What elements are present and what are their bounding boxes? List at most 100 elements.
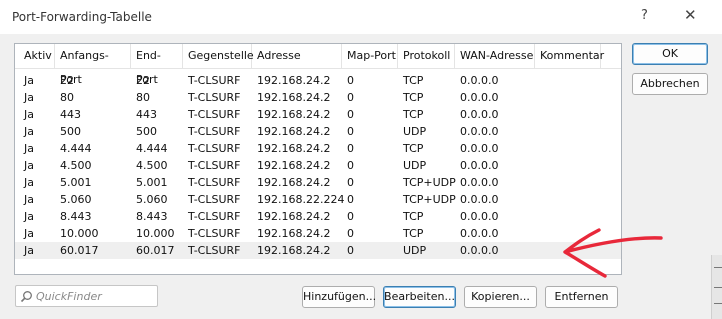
column-header[interactable]: End-Port	[131, 44, 183, 86]
table-cell: 0	[347, 176, 354, 189]
table-cell: Ja	[24, 91, 34, 104]
table-cell: 0	[347, 142, 354, 155]
table-cell: 192.168.24.2	[257, 210, 331, 223]
search-icon	[20, 291, 32, 303]
table-row-selected[interactable]: Ja 60.017 60.017 T-CLSURF 192.168.24.2 0 UDP 0.…	[15, 242, 621, 259]
table-cell: UDP	[403, 125, 427, 138]
table-cell: T-CLSURF	[188, 210, 241, 223]
table-cell: 0.0.0.0	[460, 176, 499, 189]
table-cell: 4.444	[60, 142, 92, 155]
table-cell: Ja	[24, 244, 34, 257]
add-button[interactable]: Hinzufügen...	[302, 286, 376, 308]
port-forwarding-table[interactable]: Aktiv Anfangs-Port End-Port Gegenstelle Adre…	[14, 43, 622, 275]
table-cell: T-CLSURF	[188, 193, 241, 206]
table-cell: T-CLSURF	[188, 142, 241, 155]
table-row[interactable]: Ja 8.443 8.443 T-CLSURF 192.168.24.2 0 TCP 0.0.…	[15, 208, 621, 225]
table-cell: 192.168.24.2	[257, 227, 331, 240]
window-title: Port-Forwarding-Tabelle	[12, 10, 152, 24]
column-header[interactable]: Anfangs-Port	[55, 44, 131, 86]
table-cell: 0	[347, 210, 354, 223]
column-header[interactable]: Map-Port	[342, 44, 398, 68]
remove-button[interactable]: Entfernen	[545, 286, 618, 308]
copy-button[interactable]: Kopieren...	[464, 286, 537, 308]
table-cell: 0	[347, 91, 354, 104]
table-cell: 80	[136, 91, 150, 104]
table-row[interactable]: Ja 5.060 5.060 T-CLSURF 192.168.22.224 0 TCP+U…	[15, 191, 621, 208]
table-cell: T-CLSURF	[188, 108, 241, 121]
table-row[interactable]: Ja 10.000 10.000 T-CLSURF 192.168.24.2 0 TCP 0.…	[15, 225, 621, 242]
table-cell: 0.0.0.0	[460, 210, 499, 223]
table-cell: 443	[136, 108, 157, 121]
table-cell: 0	[347, 108, 354, 121]
quickfinder-field[interactable]	[15, 285, 158, 307]
table-cell: 10.000	[60, 227, 99, 240]
table-cell: Ja	[24, 142, 34, 155]
table-cell: 0.0.0.0	[460, 108, 499, 121]
table-cell: 192.168.24.2	[257, 125, 331, 138]
table-cell: 0	[347, 74, 354, 87]
table-cell: 0.0.0.0	[460, 91, 499, 104]
table-cell	[535, 191, 601, 208]
table-cell: 22	[136, 74, 150, 87]
table-cell: 80	[60, 91, 74, 104]
table-cell: 0	[347, 244, 354, 257]
table-cell: 0	[347, 193, 354, 206]
column-header[interactable]: Adresse	[252, 44, 342, 68]
table-cell: 4.500	[60, 159, 92, 172]
table-row[interactable]: Ja 22 22 T-CLSURF 192.168.24.2 0 TCP 0.0.0.0	[15, 72, 621, 89]
table-cell: 8.443	[60, 210, 92, 223]
table-cell: 8.443	[136, 210, 168, 223]
ok-button[interactable]: OK	[632, 43, 708, 65]
table-cell: TCP+UDP	[403, 193, 456, 206]
table-cell: 192.168.24.2	[257, 142, 331, 155]
table-cell: T-CLSURF	[188, 159, 241, 172]
table-cell: TCP	[403, 210, 424, 223]
table-cell: TCP	[403, 108, 424, 121]
table-cell	[535, 174, 601, 191]
table-cell: 443	[60, 108, 81, 121]
table-cell: 0	[347, 227, 354, 240]
table-cell: 22	[60, 74, 74, 87]
table-cell: UDP	[403, 159, 427, 172]
table-cell: 0	[347, 159, 354, 172]
close-icon[interactable]: ✕	[684, 6, 697, 24]
table-cell: TCP	[403, 91, 424, 104]
table-cell: TCP+UDP	[403, 176, 456, 189]
table-cell: 0.0.0.0	[460, 125, 499, 138]
table-cell: 192.168.24.2	[257, 74, 331, 87]
table-cell: T-CLSURF	[188, 176, 241, 189]
column-header[interactable]: Kommentar	[535, 44, 604, 68]
quickfinder-input[interactable]	[36, 288, 154, 304]
table-cell: 192.168.24.2	[257, 108, 331, 121]
table-cell: TCP	[403, 142, 424, 155]
column-header[interactable]: Protokoll	[398, 44, 455, 68]
table-cell	[535, 106, 601, 123]
table-cell: T-CLSURF	[188, 227, 241, 240]
table-cell: 0.0.0.0	[460, 142, 499, 155]
column-header[interactable]: Gegenstelle	[183, 44, 254, 68]
help-button[interactable]: ?	[641, 8, 648, 23]
column-header[interactable]: WAN-Adresse	[455, 44, 535, 68]
table-cell	[535, 89, 601, 106]
table-row[interactable]: Ja 4.500 4.500 T-CLSURF 192.168.24.2 0 UDP 0.0.…	[15, 157, 621, 174]
table-row[interactable]: Ja 500 500 T-CLSURF 192.168.24.2 0 UDP 0.0.0.0	[15, 123, 621, 140]
table-row[interactable]: Ja 443 443 T-CLSURF 192.168.24.2 0 TCP 0.0.0.0	[15, 106, 621, 123]
table-header: Aktiv Anfangs-Port End-Port Gegenstelle Adre…	[15, 44, 621, 86]
table-cell: T-CLSURF	[188, 74, 241, 87]
table-cell: 192.168.24.2	[257, 176, 331, 189]
table-cell: Ja	[24, 210, 34, 223]
table-cell: 0	[347, 125, 354, 138]
table-cell: 192.168.24.2	[257, 91, 331, 104]
table-cell: 500	[136, 125, 157, 138]
table-cell: UDP	[403, 244, 427, 257]
table-cell: Ja	[24, 193, 34, 206]
table-cell: 5.001	[60, 176, 92, 189]
column-header[interactable]: Aktiv	[19, 44, 55, 68]
edit-button[interactable]: Bearbeiten...	[383, 286, 456, 308]
table-row[interactable]: Ja 80 80 T-CLSURF 192.168.24.2 0 TCP 0.0.0.0	[15, 89, 621, 106]
table-row[interactable]: Ja 4.444 4.444 T-CLSURF 192.168.24.2 0 TCP 0.0.…	[15, 140, 621, 157]
table-cell: 500	[60, 125, 81, 138]
table-row[interactable]: Ja 5.001 5.001 T-CLSURF 192.168.24.2 0 TCP+UDP…	[15, 174, 621, 191]
cancel-button[interactable]: Abbrechen	[632, 73, 708, 95]
table-cell: Ja	[24, 227, 34, 240]
